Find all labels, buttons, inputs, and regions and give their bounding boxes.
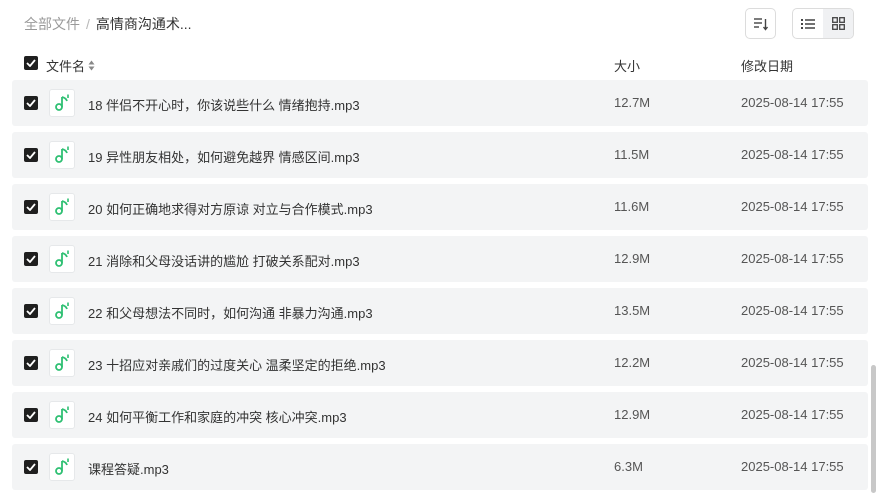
file-modified-date: 2025-08-14 17:55 — [741, 199, 844, 214]
file-modified-date: 2025-08-14 17:55 — [741, 303, 844, 318]
music-note-icon — [55, 250, 69, 267]
file-modified-date: 2025-08-14 17:55 — [741, 459, 844, 474]
music-note-icon — [55, 198, 69, 215]
checkmark-icon — [26, 255, 36, 263]
file-row[interactable]: 20 如何正确地求得对方原谅 对立与合作模式.mp3 11.6M 2025-08… — [12, 184, 868, 230]
file-row[interactable]: 21 消除和父母没话讲的尴尬 打破关系配对.mp3 12.9M 2025-08-… — [12, 236, 868, 282]
music-note-icon — [55, 94, 69, 111]
breadcrumb-separator: / — [86, 16, 90, 32]
file-size: 11.5M — [614, 147, 650, 162]
audio-file-icon — [49, 297, 75, 325]
file-row[interactable]: 22 和父母想法不同时，如何沟通 非暴力沟通.mp3 13.5M 2025-08… — [12, 288, 868, 334]
file-name[interactable]: 22 和父母想法不同时，如何沟通 非暴力沟通.mp3 — [88, 303, 373, 322]
checkmark-icon — [26, 203, 36, 211]
music-note-icon — [55, 302, 69, 319]
sort-toggle-icon — [88, 60, 95, 71]
file-row[interactable]: 24 如何平衡工作和家庭的冲突 核心冲突.mp3 12.9M 2025-08-1… — [12, 392, 868, 438]
row-checkbox[interactable] — [24, 408, 38, 422]
breadcrumb-root-link[interactable]: 全部文件 — [24, 16, 80, 32]
date-column-header[interactable]: 修改日期 — [741, 56, 793, 75]
list-view-icon — [801, 18, 815, 29]
file-name[interactable]: 19 异性朋友相处，如何避免越界 情感区间.mp3 — [88, 147, 360, 166]
checkmark-icon — [26, 59, 36, 67]
view-mode-toggle — [792, 8, 854, 39]
file-name[interactable]: 课程答疑.mp3 — [88, 459, 169, 478]
audio-file-icon — [49, 193, 75, 221]
file-modified-date: 2025-08-14 17:55 — [741, 407, 844, 422]
music-note-icon — [55, 146, 69, 163]
file-size: 12.9M — [614, 407, 651, 422]
checkmark-icon — [26, 99, 36, 107]
file-modified-date: 2025-08-14 17:55 — [741, 355, 844, 370]
music-note-icon — [55, 458, 69, 475]
file-row[interactable]: 课程答疑.mp3 6.3M 2025-08-14 17:55 — [12, 444, 868, 490]
row-checkbox[interactable] — [24, 460, 38, 474]
checkmark-icon — [26, 359, 36, 367]
music-note-icon — [55, 406, 69, 423]
audio-file-icon — [49, 401, 75, 429]
row-checkbox[interactable] — [24, 356, 38, 370]
audio-file-icon — [49, 89, 75, 117]
file-modified-date: 2025-08-14 17:55 — [741, 147, 844, 162]
size-column-header[interactable]: 大小 — [614, 56, 640, 75]
file-name[interactable]: 23 十招应对亲戚们的过度关心 温柔坚定的拒绝.mp3 — [88, 355, 386, 374]
file-modified-date: 2025-08-14 17:55 — [741, 95, 844, 110]
file-size: 12.7M — [614, 95, 651, 110]
file-size: 6.3M — [614, 459, 643, 474]
audio-file-icon — [49, 141, 75, 169]
file-size: 12.2M — [614, 355, 651, 370]
audio-file-icon — [49, 245, 75, 273]
checkmark-icon — [26, 411, 36, 419]
list-view-button[interactable] — [793, 9, 823, 38]
music-note-icon — [55, 354, 69, 371]
row-checkbox[interactable] — [24, 148, 38, 162]
select-all-checkbox[interactable] — [24, 56, 38, 70]
scrollbar[interactable] — [871, 365, 876, 493]
checkmark-icon — [26, 307, 36, 315]
top-bar: 全部文件 / 高情商沟通术... — [0, 0, 878, 48]
sort-icon — [753, 17, 768, 31]
file-size: 12.9M — [614, 251, 651, 266]
row-checkbox[interactable] — [24, 96, 38, 110]
audio-file-icon — [49, 453, 75, 481]
name-column-label: 文件名 — [46, 59, 86, 74]
breadcrumb-current-folder: 高情商沟通术... — [95, 16, 192, 32]
row-checkbox[interactable] — [24, 200, 38, 214]
file-modified-date: 2025-08-14 17:55 — [741, 251, 844, 266]
file-name[interactable]: 20 如何正确地求得对方原谅 对立与合作模式.mp3 — [88, 199, 373, 218]
file-name[interactable]: 21 消除和父母没话讲的尴尬 打破关系配对.mp3 — [88, 251, 360, 270]
checkmark-icon — [26, 151, 36, 159]
file-name[interactable]: 24 如何平衡工作和家庭的冲突 核心冲突.mp3 — [88, 407, 347, 426]
row-checkbox[interactable] — [24, 304, 38, 318]
file-row[interactable]: 23 十招应对亲戚们的过度关心 温柔坚定的拒绝.mp3 12.2M 2025-0… — [12, 340, 868, 386]
file-list: 18 伴侣不开心时，你该说些什么 情绪抱持.mp3 12.7M 2025-08-… — [12, 80, 868, 495]
file-size: 13.5M — [614, 303, 651, 318]
file-name[interactable]: 18 伴侣不开心时，你该说些什么 情绪抱持.mp3 — [88, 95, 360, 114]
file-size: 11.6M — [614, 199, 650, 214]
name-column-header[interactable]: 文件名 — [46, 56, 95, 75]
checkmark-icon — [26, 463, 36, 471]
grid-view-button[interactable] — [823, 9, 853, 38]
grid-view-icon — [831, 17, 845, 30]
audio-file-icon — [49, 349, 75, 377]
breadcrumb: 全部文件 / 高情商沟通术... — [24, 14, 192, 34]
sort-button[interactable] — [745, 8, 776, 39]
table-header: 文件名 大小 修改日期 — [12, 50, 868, 78]
file-row[interactable]: 19 异性朋友相处，如何避免越界 情感区间.mp3 11.5M 2025-08-… — [12, 132, 868, 178]
row-checkbox[interactable] — [24, 252, 38, 266]
file-row[interactable]: 18 伴侣不开心时，你该说些什么 情绪抱持.mp3 12.7M 2025-08-… — [12, 80, 868, 126]
